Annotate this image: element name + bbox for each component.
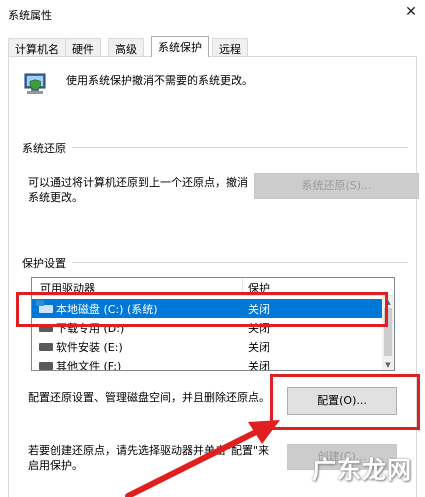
tab-hardware[interactable]: 硬件 xyxy=(65,38,101,56)
drive-name: 其他文件 (F:) xyxy=(56,360,122,371)
title-bar: 系统属性 ✕ xyxy=(0,0,425,30)
tab-strip: 计算机名 硬件 高级 系统保护 远程 xyxy=(0,36,425,57)
system-restore-button[interactable]: 系统还原(S)... xyxy=(254,173,419,199)
system-shield-icon xyxy=(24,73,46,94)
red-arrow-icon xyxy=(125,420,280,497)
drive-protection-status: 关闭 xyxy=(248,360,270,371)
drive-row-e[interactable]: 软件安装 (E:) 关闭 xyxy=(32,337,382,356)
protection-section-title: 保护设置 xyxy=(22,255,72,271)
tab-remote[interactable]: 远程 xyxy=(212,38,248,56)
restore-description-line1: 可以通过将计算机还原到上一个还原点，撤消 xyxy=(28,176,248,189)
drive-row-f[interactable]: 其他文件 (F:) 关闭 xyxy=(32,356,382,371)
restore-divider xyxy=(22,147,408,148)
tab-advanced[interactable]: 高级 xyxy=(108,38,144,56)
window-title: 系统属性 xyxy=(8,9,52,22)
highlight-box-selected-drive xyxy=(16,292,388,327)
close-icon[interactable]: ✕ xyxy=(403,4,419,20)
highlight-box-configure xyxy=(270,374,420,430)
restore-description-line2: 系统更改。 xyxy=(28,191,83,204)
tab-computer-name[interactable]: 计算机名 xyxy=(8,38,66,56)
tab-system-protection[interactable]: 系统保护 xyxy=(151,36,209,57)
drive-name: 软件安装 (E:) xyxy=(56,341,123,354)
drive-protection-status: 关闭 xyxy=(248,341,270,354)
hard-drive-icon xyxy=(39,343,53,351)
create-description-line2: 启用保护。 xyxy=(28,459,83,472)
hard-drive-icon xyxy=(39,362,53,370)
restore-section-title: 系统还原 xyxy=(22,140,72,156)
protection-divider xyxy=(22,262,408,263)
scroll-down-icon[interactable]: ▼ xyxy=(382,359,394,370)
intro-text: 使用系统保护撤消不需要的系统更改。 xyxy=(66,74,253,87)
watermark-logo: 广东龙网 xyxy=(312,455,412,484)
